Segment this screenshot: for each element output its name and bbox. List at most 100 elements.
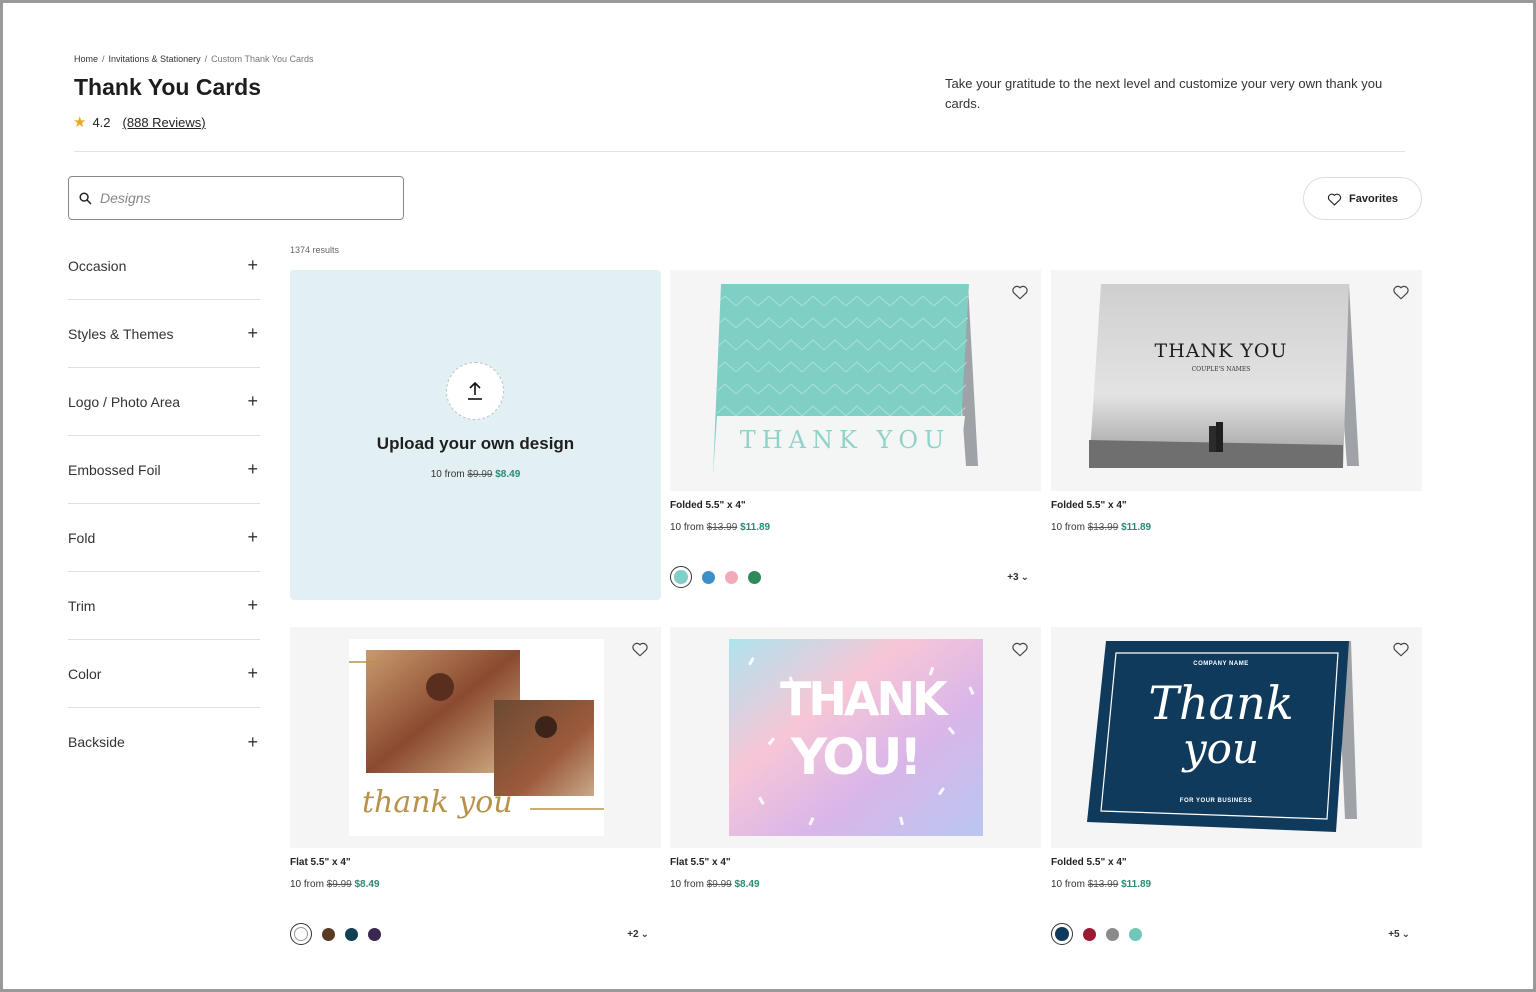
price-qty: 10 from: [670, 522, 704, 533]
product-image[interactable]: THANK YOU!: [670, 627, 1041, 848]
more-colors-button[interactable]: +5 ⌄: [1388, 929, 1410, 940]
breadcrumb-category[interactable]: Invitations & Stationery: [109, 54, 201, 64]
price-original: $9.99: [326, 879, 352, 890]
reviews-link[interactable]: (888 Reviews): [123, 115, 206, 130]
color-swatch[interactable]: [345, 927, 358, 941]
card-art-text: Thank: [1148, 676, 1294, 730]
filter-backside[interactable]: Backside +: [68, 708, 260, 776]
filter-label: Embossed Foil: [68, 461, 161, 478]
upload-design-tile[interactable]: Upload your own design 10 from $9.99 $8.…: [290, 270, 661, 600]
breadcrumb-separator: /: [204, 54, 208, 64]
product-image[interactable]: THANK YOU: [670, 270, 1041, 491]
plus-icon: +: [247, 323, 258, 343]
product-image[interactable]: COMPANY NAME Thank you FOR YOUR BUSINESS: [1051, 627, 1422, 848]
search-icon: [79, 191, 92, 204]
filter-styles-themes[interactable]: Styles & Themes +: [68, 300, 260, 368]
color-swatch[interactable]: [748, 570, 761, 584]
product-image[interactable]: thank you: [290, 627, 661, 848]
more-colors-count: +2: [627, 928, 639, 940]
breadcrumb-current: Custom Thank You Cards: [211, 54, 314, 64]
page-frame: Home / Invitations & Stationery / Custom…: [0, 0, 1536, 992]
rating-value: 4.2: [92, 115, 111, 130]
color-swatch[interactable]: [322, 927, 335, 941]
divider: [74, 151, 1405, 152]
color-swatch-selected[interactable]: [290, 923, 312, 945]
product-card[interactable]: THANK YOU! Flat 5.5" x 4" 10 from $9.99 …: [670, 627, 1041, 890]
card-art-text: thank you: [362, 785, 513, 820]
filter-label: Fold: [68, 529, 96, 546]
color-swatch[interactable]: [1106, 927, 1119, 941]
price-sale: $8.49: [354, 879, 380, 890]
results-count: 1374 results: [290, 245, 340, 255]
color-swatch[interactable]: [368, 927, 381, 941]
search-input[interactable]: [100, 190, 380, 206]
price-qty: 10 from: [290, 879, 324, 890]
product-format: Folded 5.5" x 4": [1051, 500, 1127, 511]
more-colors-button[interactable]: +2 ⌄: [627, 929, 649, 940]
heart-icon[interactable]: [1392, 283, 1410, 301]
filter-embossed-foil[interactable]: Embossed Foil +: [68, 436, 260, 504]
filter-fold[interactable]: Fold +: [68, 504, 260, 572]
filter-trim[interactable]: Trim +: [68, 572, 260, 640]
product-card[interactable]: COMPANY NAME Thank you FOR YOUR BUSINESS…: [1051, 627, 1422, 945]
color-swatch-selected[interactable]: [670, 566, 692, 588]
plus-icon: +: [247, 255, 258, 275]
color-swatch[interactable]: [1129, 927, 1142, 941]
price-sale: $11.89: [1121, 522, 1152, 533]
card-art-subtext: COUPLE'S NAMES: [1191, 366, 1251, 373]
filter-label: Trim: [68, 597, 96, 614]
rating-summary: ★ 4.2 (888 Reviews): [73, 115, 206, 130]
color-swatch[interactable]: [725, 570, 738, 584]
product-card[interactable]: THANK YOU Folded 5.5" x 4" 10 from $13.9…: [670, 270, 1041, 588]
star-icon: ★: [73, 114, 87, 131]
product-card[interactable]: thank you Flat 5.5" x 4" 10 from $9.99 $…: [290, 627, 661, 945]
filter-occasion[interactable]: Occasion +: [68, 232, 260, 300]
price-original: $13.99: [1087, 879, 1119, 890]
filter-color[interactable]: Color +: [68, 640, 260, 708]
price-sale: $8.49: [495, 469, 521, 480]
color-swatches: +3 ⌄: [670, 566, 1041, 588]
breadcrumb-home[interactable]: Home: [74, 54, 98, 64]
favorites-button[interactable]: Favorites: [1303, 177, 1422, 220]
color-swatch[interactable]: [1083, 927, 1096, 941]
product-format: Flat 5.5" x 4": [670, 857, 731, 868]
heart-icon[interactable]: [1011, 283, 1029, 301]
price-sale: $8.49: [734, 879, 760, 890]
color-swatch-selected[interactable]: [1051, 923, 1073, 945]
filter-label: Occasion: [68, 257, 127, 274]
product-image[interactable]: THANK YOU COUPLE'S NAMES: [1051, 270, 1422, 491]
heart-icon[interactable]: [1011, 640, 1029, 658]
heart-icon[interactable]: [631, 640, 649, 658]
price-original: $9.99: [467, 469, 493, 480]
heart-icon: [1327, 193, 1342, 205]
price-original: $13.99: [1087, 522, 1119, 533]
search-box[interactable]: [68, 176, 404, 220]
filter-label: Styles & Themes: [68, 325, 174, 342]
card-art-bottom: FOR YOUR BUSINESS: [1179, 798, 1253, 804]
product-format: Folded 5.5" x 4": [1051, 857, 1127, 868]
color-swatch[interactable]: [702, 570, 715, 584]
plus-icon: +: [247, 391, 258, 411]
product-price: 10 from $13.99 $11.89: [1051, 522, 1422, 533]
card-art-text: THANK YOU: [1154, 340, 1288, 362]
chevron-down-icon: ⌄: [1401, 928, 1410, 940]
plus-icon: +: [247, 459, 258, 479]
heart-icon[interactable]: [1392, 640, 1410, 658]
price-sale: $11.89: [1121, 879, 1152, 890]
upload-button[interactable]: [446, 362, 504, 420]
more-colors-button[interactable]: +3 ⌄: [1007, 572, 1029, 583]
price-qty: 10 from: [430, 469, 465, 480]
price-original: $13.99: [706, 522, 738, 533]
product-card[interactable]: THANK YOU COUPLE'S NAMES Folded 5.5" x 4…: [1051, 270, 1422, 533]
card-art-text: THANK YOU: [739, 426, 951, 454]
price-original: $9.99: [706, 879, 732, 890]
filter-sidebar: Occasion + Styles & Themes + Logo / Photo …: [68, 232, 260, 776]
breadcrumb-separator: /: [102, 54, 105, 64]
product-price: 10 from $9.99 $8.49: [670, 879, 1041, 890]
product-format: Folded 5.5" x 4": [670, 500, 746, 511]
more-colors-count: +5: [1388, 928, 1400, 940]
filter-label: Logo / Photo Area: [68, 393, 181, 410]
price-qty: 10 from: [670, 879, 704, 890]
filter-logo-photo-area[interactable]: Logo / Photo Area +: [68, 368, 260, 436]
upload-icon: [468, 381, 482, 400]
